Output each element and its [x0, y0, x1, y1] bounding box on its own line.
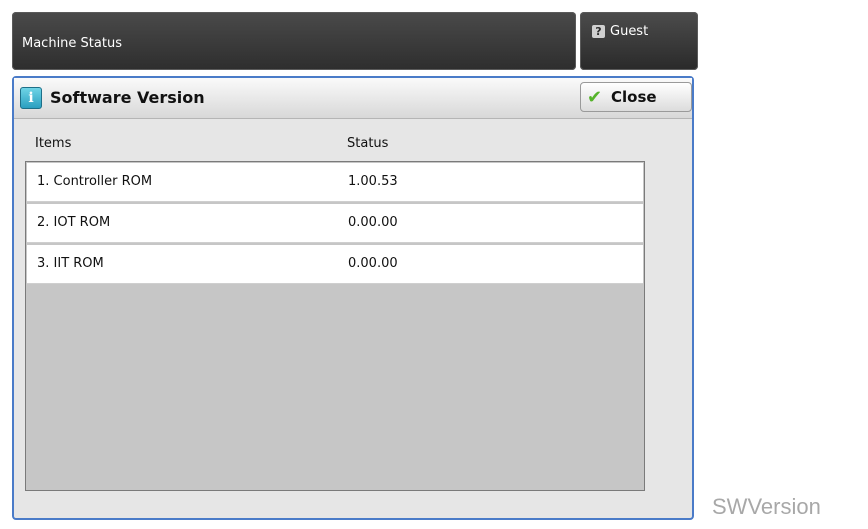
row-item-name: 3. IIT ROM	[37, 256, 104, 271]
guest-login-button[interactable]: ? Guest	[580, 12, 698, 70]
row-item-status: 0.00.00	[348, 215, 398, 230]
column-header-items: Items	[35, 136, 72, 151]
close-label: Close	[611, 88, 657, 106]
machine-status-title: Machine Status	[22, 36, 122, 51]
close-button[interactable]: ✔ Close	[580, 82, 692, 112]
row-item-name: 2. IOT ROM	[37, 215, 111, 230]
screenshot-caption: SWVersion	[712, 494, 821, 519]
machine-status-tab[interactable]: Machine Status	[12, 12, 576, 70]
table-row[interactable]: 2. IOT ROM 0.00.00	[27, 204, 643, 243]
software-version-table: 1. Controller ROM 1.00.53 2. IOT ROM 0.0…	[25, 161, 645, 491]
column-header-status: Status	[347, 136, 389, 151]
row-item-name: 1. Controller ROM	[37, 174, 153, 189]
dialog-header: i Software Version ✔ Close	[14, 78, 692, 119]
check-icon: ✔	[587, 87, 603, 108]
table-row[interactable]: 3. IIT ROM 0.00.00	[27, 245, 643, 284]
guest-label: Guest	[610, 24, 649, 39]
table-row[interactable]: 1. Controller ROM 1.00.53	[27, 163, 643, 202]
row-item-status: 1.00.53	[348, 174, 398, 189]
dialog-title: Software Version	[50, 88, 205, 107]
info-icon: i	[20, 87, 42, 109]
row-item-status: 0.00.00	[348, 256, 398, 271]
user-question-icon: ?	[592, 25, 605, 38]
